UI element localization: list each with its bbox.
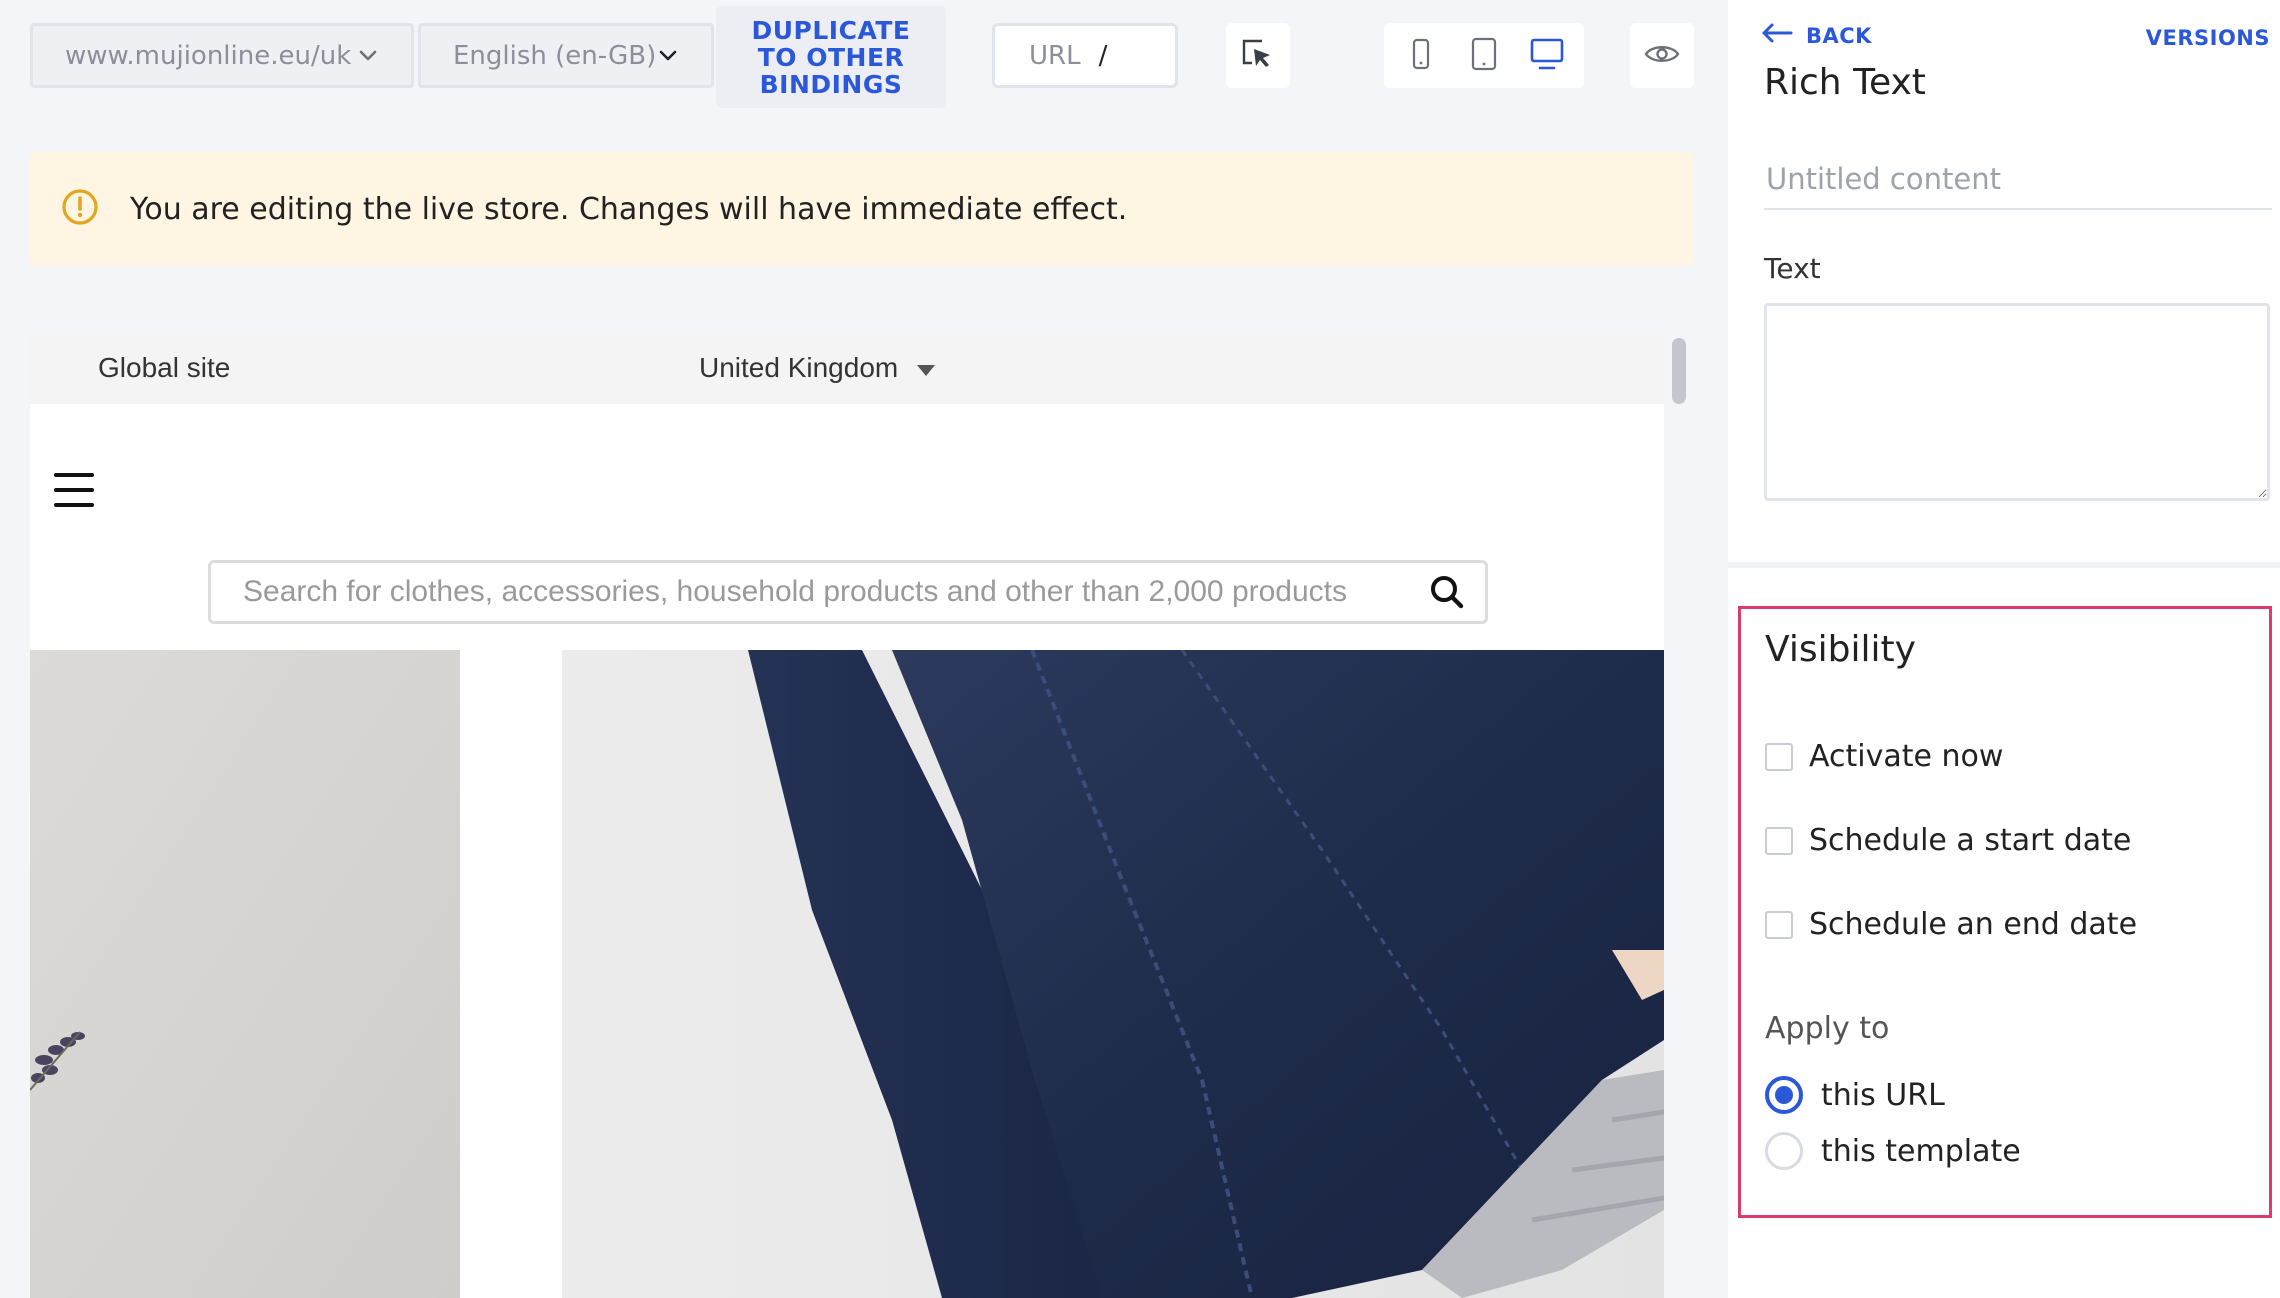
preview-search-bar[interactable]: Search for clothes, accessories, househo… (208, 560, 1488, 624)
radio-label: this template (1821, 1133, 2021, 1169)
device-switcher (1384, 23, 1584, 88)
url-field[interactable]: URL / (992, 23, 1178, 88)
device-tablet-button[interactable] (1455, 29, 1513, 83)
preview-button[interactable] (1630, 23, 1694, 88)
store-preview[interactable]: Global site United Kingdom Search for cl… (30, 332, 1694, 1298)
back-label: BACK (1806, 23, 1872, 48)
radio-label: this URL (1821, 1077, 1945, 1113)
warning-icon (60, 187, 100, 231)
search-icon[interactable] (1429, 574, 1465, 610)
activate-now-checkbox[interactable]: Activate now (1765, 739, 2003, 774)
chevron-down-icon (357, 45, 379, 67)
apply-to-this-template-radio[interactable]: this template (1765, 1132, 2021, 1170)
url-value: / (1098, 40, 1108, 71)
visibility-title: Visibility (1765, 629, 1916, 670)
preview-search-placeholder: Search for clothes, accessories, househo… (243, 575, 1348, 608)
apply-to-label: Apply to (1765, 1011, 1890, 1046)
visibility-section: Visibility Activate now Schedule a start… (1738, 606, 2272, 1218)
hero-image-area (30, 650, 1664, 1298)
hero-right-jeans-image (562, 650, 1664, 1298)
device-mobile-button[interactable] (1392, 29, 1450, 83)
checkbox-box[interactable] (1765, 910, 1793, 939)
duplicate-to-other-bindings-button[interactable]: DUPLICATE TO OTHER BINDINGS (716, 6, 946, 108)
tablet-icon (1471, 37, 1497, 75)
checkbox-label: Schedule a start date (1809, 823, 2132, 858)
hamburger-menu-icon[interactable] (54, 470, 94, 510)
text-field-label: Text (1764, 252, 1821, 285)
domain-select-value: www.mujionline.eu/uk (65, 40, 352, 71)
checkbox-label: Activate now (1809, 739, 2004, 774)
desktop-icon (1529, 37, 1565, 75)
content-editor-panel: BACK VERSIONS Rich Text Text Visibility … (1728, 0, 2280, 1298)
editor-toolbar: www.mujionline.eu/uk English (en-GB) DUP… (0, 0, 1728, 114)
duplicate-button-label: DUPLICATE TO OTHER BINDINGS (751, 15, 911, 99)
preview-site-header: Search for clothes, accessories, househo… (30, 404, 1664, 644)
banner-message: You are editing the live store. Changes … (130, 191, 1128, 227)
arrow-left-icon (1760, 22, 1794, 49)
cursor-select-icon (1240, 37, 1276, 75)
checkbox-box[interactable] (1765, 826, 1793, 855)
rich-text-textarea[interactable] (1764, 303, 2270, 501)
preview-topbar: Global site United Kingdom (30, 332, 1664, 404)
select-element-button[interactable] (1226, 23, 1290, 88)
preview-scrollbar[interactable] (1664, 332, 1694, 1298)
mobile-icon (1411, 38, 1431, 74)
back-button[interactable]: BACK (1760, 22, 1872, 49)
device-desktop-button[interactable] (1518, 29, 1576, 83)
language-select[interactable]: English (en-GB) (418, 23, 714, 88)
checkbox-box[interactable] (1765, 742, 1793, 771)
eye-icon (1644, 42, 1680, 70)
caret-down-icon (916, 352, 936, 384)
checkbox-label: Schedule an end date (1809, 907, 2138, 942)
panel-divider (1728, 562, 2280, 568)
country-label: United Kingdom (699, 352, 899, 383)
country-selector[interactable]: United Kingdom (699, 352, 936, 384)
radio-selected[interactable] (1765, 1076, 1803, 1114)
global-site-link[interactable]: Global site (98, 352, 230, 384)
language-select-value: English (en-GB) (453, 40, 657, 71)
apply-to-this-url-radio[interactable]: this URL (1765, 1076, 1945, 1114)
live-store-warning-banner: You are editing the live store. Changes … (30, 152, 1694, 266)
domain-select[interactable]: www.mujionline.eu/uk (30, 23, 414, 88)
schedule-start-date-checkbox[interactable]: Schedule a start date (1765, 823, 2131, 858)
versions-button[interactable]: VERSIONS (2146, 26, 2270, 50)
url-label: URL (1029, 40, 1081, 71)
hero-divider-gap (460, 650, 562, 1298)
hero-left-image (30, 650, 460, 1298)
content-name-input[interactable] (1764, 150, 2272, 210)
schedule-end-date-checkbox[interactable]: Schedule an end date (1765, 907, 2137, 942)
panel-title: Rich Text (1764, 62, 1926, 103)
preview-scrollbar-thumb[interactable] (1672, 338, 1686, 404)
radio-unselected[interactable] (1765, 1132, 1803, 1170)
chevron-down-icon (657, 45, 679, 67)
